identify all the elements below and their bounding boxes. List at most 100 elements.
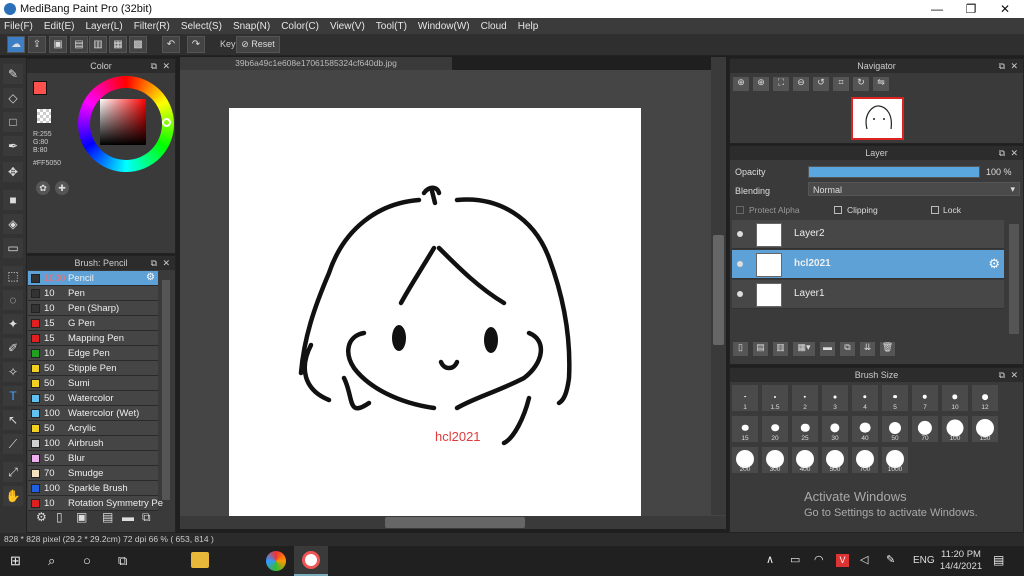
close-icon[interactable]: ✕	[1010, 368, 1018, 382]
bucket-tool-icon[interactable]: ◈	[3, 214, 23, 234]
medibang-taskbar-button[interactable]	[294, 546, 328, 576]
navigator-thumbnail[interactable]	[851, 97, 904, 140]
zoom-in-icon[interactable]: ⊕	[753, 77, 769, 91]
palette-add-icon[interactable]: ✚	[55, 181, 69, 195]
brush-list-item[interactable]: 50 Stipple Pen	[28, 361, 158, 376]
menu-color[interactable]: Color(C)	[281, 21, 319, 32]
menu-snap[interactable]: Snap(N)	[233, 21, 270, 32]
layer-scrollbar[interactable]	[1009, 224, 1019, 334]
menu-file[interactable]: File(F)	[4, 21, 33, 32]
brush-list-item[interactable]: 100 Airbrush	[28, 436, 158, 451]
blending-select[interactable]: Normal ▾	[808, 182, 1020, 196]
brush-list-item[interactable]: 10 Pen (Sharp)	[28, 301, 158, 316]
brush-list-item[interactable]: 100 Sparkle Brush	[28, 481, 158, 496]
brush-size-option[interactable]: 1.5	[761, 384, 789, 412]
fit-window-icon[interactable]: ⛶	[773, 77, 789, 91]
brush-list-item[interactable]: 50 Sumi	[28, 376, 158, 391]
message-icon[interactable]: ▤	[70, 36, 88, 53]
protect-alpha-checkbox[interactable]	[736, 206, 744, 214]
brush-copy-icon[interactable]: ▤	[102, 510, 113, 524]
close-icon[interactable]: ✕	[1010, 59, 1018, 73]
horizontal-scroll-thumb[interactable]	[385, 517, 525, 528]
brush-size-option[interactable]: 15	[731, 415, 759, 443]
wifi-icon[interactable]: ◠	[814, 553, 824, 566]
brush-size-option[interactable]: 25	[791, 415, 819, 443]
menu-window[interactable]: Window(W)	[418, 21, 470, 32]
language-indicator[interactable]: ENG	[913, 555, 935, 566]
brush-size-option[interactable]: 70	[911, 415, 939, 443]
lasso-tool-icon[interactable]: ◌	[3, 290, 23, 310]
brush-tool-icon[interactable]: ✎	[3, 64, 23, 84]
brush-list-item[interactable]: 1000 Pencil ⚙	[28, 271, 158, 286]
brush-size-option[interactable]: 200	[731, 446, 759, 474]
rect-tool-icon[interactable]: □	[3, 112, 23, 132]
pen-workspace-icon[interactable]: ✎	[886, 553, 895, 566]
fill-rect-icon[interactable]: ■	[3, 190, 23, 210]
brush-size-option[interactable]: 20	[761, 415, 789, 443]
brush-size-option[interactable]: 400	[791, 446, 819, 474]
brush-list-item[interactable]: 100 Watercolor (Wet)	[28, 406, 158, 421]
brush-size-option[interactable]: 30	[821, 415, 849, 443]
brush-size-option[interactable]: 5	[881, 384, 909, 412]
vertical-scrollbar[interactable]	[711, 57, 726, 515]
flip-icon[interactable]: ⇋	[873, 77, 889, 91]
float-icon[interactable]: ⧉	[999, 59, 1005, 73]
transparent-swatch[interactable]	[37, 109, 51, 123]
brush-list-item[interactable]: 70 Smudge	[28, 466, 158, 481]
palette-icon[interactable]: ✿	[36, 181, 50, 195]
brush-size-option[interactable]: 300	[761, 446, 789, 474]
brush-size-option[interactable]: 1000	[881, 446, 909, 474]
brush-add-icon[interactable]: ▯	[56, 510, 63, 524]
actual-size-icon[interactable]: ⌗	[833, 77, 849, 91]
cortana-icon[interactable]: ○	[83, 553, 91, 568]
lock-checkbox[interactable]	[931, 206, 939, 214]
float-icon[interactable]: ⧉	[999, 146, 1005, 160]
magic-wand-icon[interactable]: ✦	[3, 314, 23, 334]
notifications-icon[interactable]: ▤	[993, 553, 1004, 567]
close-button[interactable]: ✕	[988, 0, 1022, 18]
gradient-tool-icon[interactable]: ▭	[3, 238, 23, 258]
grid-icon[interactable]: ▩	[129, 36, 147, 53]
volume-icon[interactable]: ◁	[860, 553, 868, 566]
network-icon[interactable]: ▭	[790, 553, 800, 566]
menu-cloud[interactable]: Cloud	[481, 21, 507, 32]
visibility-icon[interactable]	[737, 261, 743, 267]
file-explorer-icon[interactable]	[191, 552, 209, 568]
brush-settings-gear-icon[interactable]: ⚙	[146, 272, 155, 283]
add-layer-menu-icon[interactable]: ▦▾	[793, 342, 815, 356]
layer-row[interactable]: hcl2021 ⚙	[732, 250, 1004, 279]
opacity-slider[interactable]	[808, 166, 980, 178]
reset-button[interactable]: ⊘ Reset	[236, 36, 280, 53]
brush-size-option[interactable]: 2	[791, 384, 819, 412]
brush-size-option[interactable]: 700	[851, 446, 879, 474]
brush-list-item[interactable]: 10 Pen	[28, 286, 158, 301]
horizontal-scrollbar[interactable]	[180, 516, 726, 529]
float-icon[interactable]: ⧉	[999, 368, 1005, 382]
brush-list-item[interactable]: 50 Acrylic	[28, 421, 158, 436]
close-icon[interactable]: ✕	[162, 59, 170, 73]
brush-list-item[interactable]: 15 G Pen	[28, 316, 158, 331]
brush-folder-icon[interactable]: ▬	[122, 510, 134, 524]
layer-row[interactable]: Layer1	[732, 280, 1004, 309]
brush-list-item[interactable]: 50 Watercolor	[28, 391, 158, 406]
primary-color-swatch[interactable]	[33, 81, 47, 95]
brush-list-item[interactable]: 10 Edge Pen	[28, 346, 158, 361]
share-icon[interactable]: ⇪	[28, 36, 46, 53]
layer-row[interactable]: Layer2	[732, 220, 1004, 249]
brush-size-option[interactable]: 7	[911, 384, 939, 412]
canvas-paper[interactable]: hcl2021	[229, 108, 641, 516]
select-eraser-icon[interactable]: ✧	[3, 362, 23, 382]
undo-icon[interactable]: ↶	[162, 36, 180, 53]
float-icon[interactable]: ⧉	[151, 256, 157, 270]
antivirus-icon[interactable]: V	[836, 554, 849, 567]
new-layer-icon[interactable]: ▯	[733, 342, 748, 356]
page-icon[interactable]: ▥	[89, 36, 107, 53]
brush-size-option[interactable]: 4	[851, 384, 879, 412]
saturation-square[interactable]	[100, 99, 146, 145]
comment-icon[interactable]: ▣	[49, 36, 67, 53]
brush-settings-icon[interactable]: ⚙	[36, 510, 47, 524]
brush-scrollbar[interactable]	[162, 280, 170, 500]
brush-size-option[interactable]: 50	[881, 415, 909, 443]
operation-tool-icon[interactable]: ↖	[3, 410, 23, 430]
folder-icon[interactable]: ▬	[820, 342, 835, 356]
